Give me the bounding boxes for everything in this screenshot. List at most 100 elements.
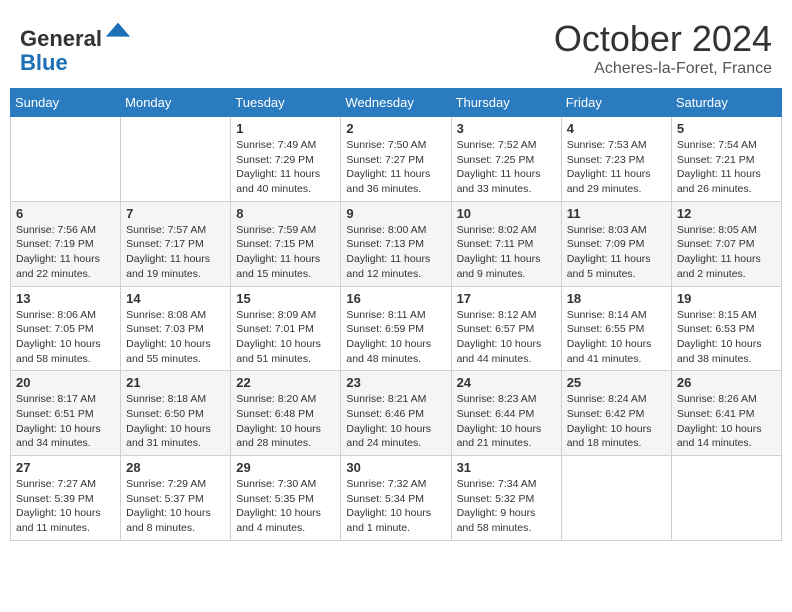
day-number: 23 [346,375,445,390]
day-number: 2 [346,121,445,136]
logo-icon [104,18,132,46]
day-of-week-header: Thursday [451,89,561,117]
day-number: 3 [457,121,556,136]
day-info: Sunrise: 7:32 AMSunset: 5:34 PMDaylight:… [346,477,445,536]
page-header: General Blue October 2024 Acheres-la-For… [10,10,782,82]
calendar-cell: 3 Sunrise: 7:52 AMSunset: 7:25 PMDaylight… [451,117,561,202]
day-number: 21 [126,375,225,390]
day-number: 7 [126,206,225,221]
day-of-week-header: Friday [561,89,671,117]
calendar-cell: 17 Sunrise: 8:12 AMSunset: 6:57 PMDayligh… [451,286,561,371]
calendar-cell [561,456,671,541]
location: Acheres-la-Foret, France [554,60,772,78]
calendar-cell: 7 Sunrise: 7:57 AMSunset: 7:17 PMDaylight… [121,201,231,286]
day-number: 25 [567,375,666,390]
calendar-cell: 28Sunrise: 7:29 AMSunset: 5:37 PMDayligh… [121,456,231,541]
day-info: Sunrise: 8:09 AMSunset: 7:01 PMDaylight:… [236,308,335,367]
day-info: Sunrise: 8:15 AMSunset: 6:53 PMDaylight:… [677,308,776,367]
day-number: 27 [16,460,115,475]
day-number: 12 [677,206,776,221]
day-number: 31 [457,460,556,475]
day-number: 15 [236,291,335,306]
title-section: October 2024 Acheres-la-Foret, France [554,18,772,78]
calendar-cell: 22 Sunrise: 8:20 AMSunset: 6:48 PMDayligh… [231,371,341,456]
day-number: 6 [16,206,115,221]
day-info: Sunrise: 8:23 AMSunset: 6:44 PMDaylight:… [457,392,556,451]
day-of-week-header: Monday [121,89,231,117]
calendar-cell [671,456,781,541]
day-of-week-header: Wednesday [341,89,451,117]
day-info: Sunrise: 8:06 AMSunset: 7:05 PMDaylight:… [16,308,115,367]
calendar-cell: 11Sunrise: 8:03 AMSunset: 7:09 PMDayligh… [561,201,671,286]
day-info: Sunrise: 8:20 AMSunset: 6:48 PMDaylight:… [236,392,335,451]
day-number: 13 [16,291,115,306]
day-info: Sunrise: 8:12 AMSunset: 6:57 PMDaylight:… [457,308,556,367]
calendar-cell [121,117,231,202]
calendar-cell: 1 Sunrise: 7:49 AMSunset: 7:29 PMDaylight… [231,117,341,202]
day-info: Sunrise: 7:29 AMSunset: 5:37 PMDaylight:… [126,477,225,536]
day-number: 30 [346,460,445,475]
day-info: Sunrise: 7:53 AMSunset: 7:23 PMDaylight:… [567,138,666,197]
day-info: Sunrise: 7:30 AMSunset: 5:35 PMDaylight:… [236,477,335,536]
day-info: Sunrise: 8:21 AMSunset: 6:46 PMDaylight:… [346,392,445,451]
day-number: 9 [346,206,445,221]
day-info: Sunrise: 8:02 AMSunset: 7:11 PMDaylight:… [457,223,556,282]
day-info: Sunrise: 7:49 AMSunset: 7:29 PMDaylight:… [236,138,335,197]
logo-general: General [20,26,102,51]
day-number: 5 [677,121,776,136]
calendar-cell: 12 Sunrise: 8:05 AMSunset: 7:07 PMDayligh… [671,201,781,286]
calendar-cell: 15 Sunrise: 8:09 AMSunset: 7:01 PMDayligh… [231,286,341,371]
calendar-cell: 19 Sunrise: 8:15 AMSunset: 6:53 PMDayligh… [671,286,781,371]
calendar-cell: 10Sunrise: 8:02 AMSunset: 7:11 PMDayligh… [451,201,561,286]
calendar-cell: 25 Sunrise: 8:24 AMSunset: 6:42 PMDayligh… [561,371,671,456]
day-number: 16 [346,291,445,306]
day-number: 11 [567,206,666,221]
calendar-cell: 16 Sunrise: 8:11 AMSunset: 6:59 PMDayligh… [341,286,451,371]
calendar-cell: 27 Sunrise: 7:27 AMSunset: 5:39 PMDayligh… [11,456,121,541]
calendar-cell: 21 Sunrise: 8:18 AMSunset: 6:50 PMDayligh… [121,371,231,456]
day-number: 4 [567,121,666,136]
day-of-week-header: Saturday [671,89,781,117]
day-info: Sunrise: 8:18 AMSunset: 6:50 PMDaylight:… [126,392,225,451]
day-info: Sunrise: 7:50 AMSunset: 7:27 PMDaylight:… [346,138,445,197]
calendar-week-row: 27 Sunrise: 7:27 AMSunset: 5:39 PMDayligh… [11,456,782,541]
day-info: Sunrise: 7:27 AMSunset: 5:39 PMDaylight:… [16,477,115,536]
calendar-cell: 24 Sunrise: 8:23 AMSunset: 6:44 PMDayligh… [451,371,561,456]
calendar-cell: 5 Sunrise: 7:54 AMSunset: 7:21 PMDaylight… [671,117,781,202]
day-info: Sunrise: 8:11 AMSunset: 6:59 PMDaylight:… [346,308,445,367]
logo-blue: Blue [20,50,68,75]
day-number: 8 [236,206,335,221]
day-number: 19 [677,291,776,306]
calendar-cell: 26Sunrise: 8:26 AMSunset: 6:41 PMDayligh… [671,371,781,456]
day-info: Sunrise: 8:14 AMSunset: 6:55 PMDaylight:… [567,308,666,367]
day-number: 20 [16,375,115,390]
day-info: Sunrise: 8:05 AMSunset: 7:07 PMDaylight:… [677,223,776,282]
calendar-cell: 13 Sunrise: 8:06 AMSunset: 7:05 PMDayligh… [11,286,121,371]
day-info: Sunrise: 7:34 AMSunset: 5:32 PMDaylight:… [457,477,556,536]
day-info: Sunrise: 8:08 AMSunset: 7:03 PMDaylight:… [126,308,225,367]
day-number: 1 [236,121,335,136]
day-number: 22 [236,375,335,390]
day-number: 17 [457,291,556,306]
day-info: Sunrise: 7:52 AMSunset: 7:25 PMDaylight:… [457,138,556,197]
calendar-cell: 18Sunrise: 8:14 AMSunset: 6:55 PMDayligh… [561,286,671,371]
day-info: Sunrise: 7:59 AMSunset: 7:15 PMDaylight:… [236,223,335,282]
day-info: Sunrise: 7:57 AMSunset: 7:17 PMDaylight:… [126,223,225,282]
month-title: October 2024 [554,18,772,60]
calendar-cell: 2 Sunrise: 7:50 AMSunset: 7:27 PMDaylight… [341,117,451,202]
calendar-week-row: 6Sunrise: 7:56 AMSunset: 7:19 PMDaylight… [11,201,782,286]
day-number: 24 [457,375,556,390]
calendar-week-row: 20Sunrise: 8:17 AMSunset: 6:51 PMDayligh… [11,371,782,456]
logo: General Blue [20,18,132,75]
calendar-cell: 30 Sunrise: 7:32 AMSunset: 5:34 PMDayligh… [341,456,451,541]
day-info: Sunrise: 8:24 AMSunset: 6:42 PMDaylight:… [567,392,666,451]
calendar-cell: 31 Sunrise: 7:34 AMSunset: 5:32 PMDayligh… [451,456,561,541]
calendar-cell: 29 Sunrise: 7:30 AMSunset: 5:35 PMDayligh… [231,456,341,541]
calendar-cell: 9Sunrise: 8:00 AMSunset: 7:13 PMDaylight… [341,201,451,286]
day-of-week-header: Tuesday [231,89,341,117]
day-info: Sunrise: 7:54 AMSunset: 7:21 PMDaylight:… [677,138,776,197]
day-info: Sunrise: 8:26 AMSunset: 6:41 PMDaylight:… [677,392,776,451]
day-of-week-header: Sunday [11,89,121,117]
day-number: 29 [236,460,335,475]
calendar-week-row: 1 Sunrise: 7:49 AMSunset: 7:29 PMDaylight… [11,117,782,202]
